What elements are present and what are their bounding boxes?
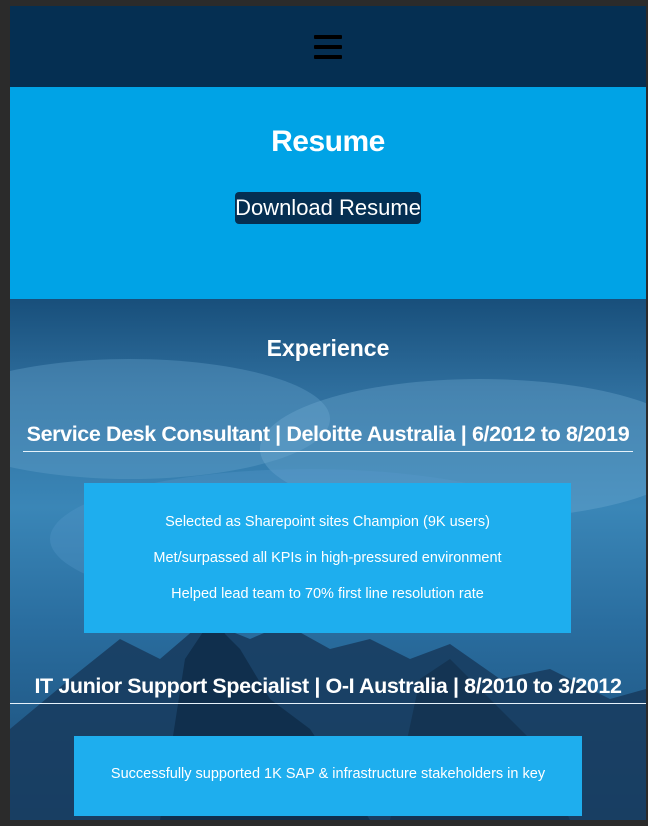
job-highlight-item: Selected as Sharepoint sites Champion (9… — [165, 514, 490, 530]
job-highlight-item: Helped lead team to 70% first line resol… — [171, 586, 484, 602]
experience-content: Experience Service Desk Consultant | Del… — [10, 299, 646, 816]
experience-section: Experience Service Desk Consultant | Del… — [10, 299, 646, 820]
job-highlights-card: Selected as Sharepoint sites Champion (9… — [84, 483, 571, 633]
menu-line — [314, 44, 342, 49]
menu-line — [314, 34, 342, 39]
job-title: Service Desk Consultant | Deloitte Austr… — [23, 422, 633, 452]
job-highlight-item: Successfully supported 1K SAP & infrastr… — [110, 766, 546, 782]
top-nav-bar — [10, 6, 646, 87]
menu-line — [314, 54, 342, 59]
resume-title: Resume — [271, 125, 385, 158]
job-highlight-item: Met/surpassed all KPIs in high-pressured… — [153, 550, 502, 566]
job-title: IT Junior Support Specialist | O-I Austr… — [10, 674, 646, 704]
download-resume-button[interactable]: Download Resume — [235, 192, 421, 224]
page-frame: Resume Download Resume Experience Servic… — [10, 6, 646, 820]
resume-section: Resume Download Resume — [10, 87, 646, 299]
experience-heading: Experience — [266, 335, 390, 361]
hamburger-menu-icon[interactable] — [314, 34, 342, 59]
job-highlights-card: Successfully supported 1K SAP & infrastr… — [74, 736, 582, 816]
